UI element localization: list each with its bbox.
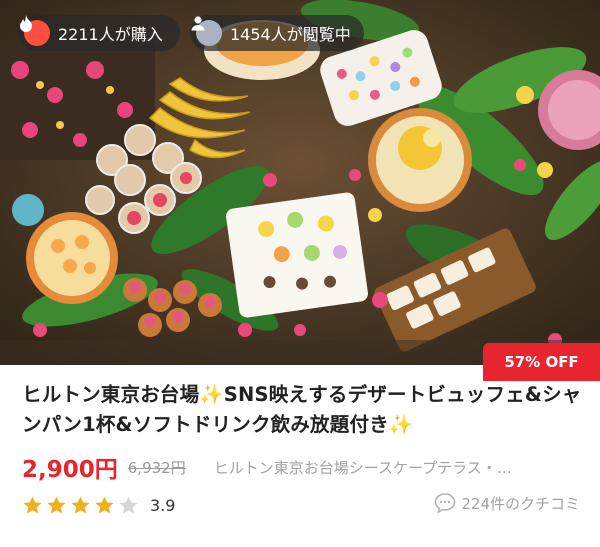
title-venue: ヒルトン東京お台場 [22,383,200,406]
star-empty-icon [119,496,138,514]
price-row: 2,900円 6,932円 ヒルトン東京お台場シースケープテラス・ダイ… [22,450,592,484]
hero-photo[interactable]: 2211人が購入 1454人が閲覧中 [0,0,600,365]
star-filled-icon [47,496,66,514]
sparkles-icon: ✨ [388,413,414,436]
sparkles-icon: ✨ [199,383,224,406]
person-icon [191,16,222,46]
viewer-count-text: 1454人が閲覧中 [230,25,351,44]
fire-icon [20,15,50,46]
viewer-count-badge: 1454人が閲覧中 [190,15,364,51]
rating-value: 3.9 [150,495,176,515]
dessert-buffet-photo [0,0,600,365]
purchase-count-badge: 2211人が購入 [18,15,180,51]
sale-price: 2,900円 [22,457,118,483]
reviews-link[interactable]: 224件のクチコミ [434,492,580,514]
reviews-count: 224件のクチコミ [461,494,580,513]
star-filled-icon [95,496,114,514]
original-price: 6,932円 [127,458,186,477]
deal-card[interactable]: 2211人が購入 1454人が閲覧中 57% OFF ヒルトン東京お台場✨SNS… [0,0,600,547]
discount-badge: 57% OFF [483,343,600,381]
star-rating [22,495,142,516]
rating-row: 3.9 224件のクチコミ [22,488,592,522]
deal-title[interactable]: ヒルトン東京お台場✨SNS映えするデザートビュッフェ&シャンパン1杯&ソフトドリ… [22,380,582,440]
purchase-count-text: 2211人が購入 [58,25,163,44]
star-filled-icon [71,496,90,514]
star-filled-icon [23,496,42,514]
shop-name[interactable]: ヒルトン東京お台場シースケープテラス・ダイ… [214,457,524,478]
chat-bubble-icon [435,493,456,514]
